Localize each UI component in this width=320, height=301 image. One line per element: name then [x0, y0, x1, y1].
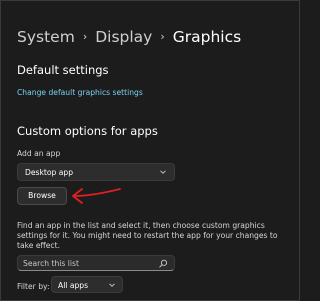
breadcrumb-item-display[interactable]: Display — [95, 27, 152, 47]
filter-dropdown[interactable]: All apps — [51, 276, 123, 293]
browse-button[interactable]: Browse — [17, 187, 67, 205]
search-icon[interactable] — [159, 259, 168, 268]
change-default-graphics-link[interactable]: Change default graphics settings — [17, 88, 143, 97]
breadcrumb-item-system[interactable]: System — [17, 27, 75, 47]
search-box[interactable] — [17, 255, 175, 271]
breadcrumb: System › Display › Graphics — [17, 27, 241, 47]
app-type-value: Desktop app — [25, 168, 74, 177]
filter-value: All apps — [58, 281, 89, 290]
filter-label: Filter by: — [17, 282, 50, 291]
add-app-label: Add an app — [17, 149, 61, 158]
chevron-right-icon: › — [160, 30, 165, 43]
red-arrow-annotation — [72, 188, 121, 204]
search-input[interactable] — [23, 257, 153, 269]
page-title: Graphics — [172, 28, 242, 46]
instructions-text: Find an app in the list and select it, t… — [17, 221, 278, 251]
custom-options-heading: Custom options for apps — [17, 124, 158, 138]
chevron-down-icon — [160, 170, 166, 174]
chevron-down-icon — [109, 283, 115, 287]
app-type-dropdown[interactable]: Desktop app — [17, 163, 175, 181]
default-settings-heading: Default settings — [17, 63, 109, 77]
chevron-right-icon: › — [82, 30, 88, 43]
